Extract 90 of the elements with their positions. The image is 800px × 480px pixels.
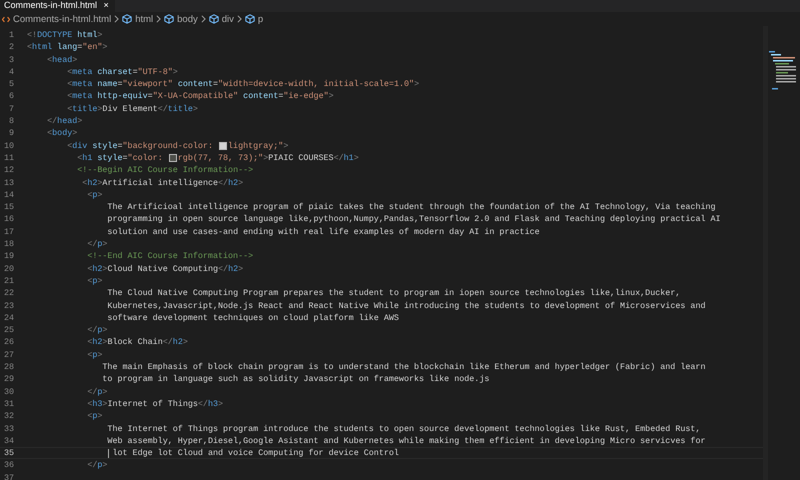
code-text: <!DOCTYPE html> <box>27 29 102 42</box>
code-text: lot Edge lot Cloud and voice Computing for device Control <box>112 448 399 458</box>
code-text: </head> <box>47 115 82 128</box>
line-number: 29 <box>2 373 14 386</box>
line-number: 6 <box>8 90 14 103</box>
line-number: 36 <box>2 459 14 472</box>
line-number: 14 <box>2 188 14 202</box>
code-text: <h3>Internet of Things</h3> <box>87 398 224 410</box>
line-number: 17 <box>2 226 14 238</box>
code-text: The main Emphasis of block chain program is to understand the blockchain like Etherum and hyperledger (Fabric) and learn <box>102 361 706 374</box>
breadcrumb-item[interactable]: p <box>258 14 264 24</box>
line-number: 33 <box>2 422 14 435</box>
breadcrumb-item[interactable]: Comments-in-html.html <box>13 14 112 24</box>
code-text: <p> <box>87 274 102 288</box>
code-text: The Artificioal intelligence program of piaic takes the student through the foundation of the AI Technology, Via teaching <box>107 201 716 214</box>
code-text: <h2>Block Chain</h2> <box>87 336 188 349</box>
chevron-icon <box>156 15 162 23</box>
code-text: lightgray;"> <box>228 140 288 152</box>
editor-tab[interactable]: Comments-in-html.html × <box>0 0 115 12</box>
code-text: <!--End AIC Course Information--> <box>87 250 254 263</box>
code-text: <h2>Cloud Native Computing</h2> <box>87 262 244 275</box>
chevron-icon <box>114 15 120 23</box>
line-number: 25 <box>2 324 14 336</box>
line-number: 9 <box>8 127 14 140</box>
line-number: 34 <box>2 434 14 448</box>
breadcrumb-item[interactable]: div <box>222 14 234 24</box>
code-text: <meta http-equiv="X-UA-Compatible" content="ie-edge"> <box>67 90 334 103</box>
line-number: 8 <box>8 115 14 128</box>
line-number: 1 <box>8 29 14 42</box>
code-text: </p> <box>87 324 108 336</box>
code-text: <title>Div Element</title> <box>67 102 198 116</box>
line-number: 16 <box>2 213 14 226</box>
chevron-icon <box>200 15 206 23</box>
cube-icon <box>122 14 132 24</box>
code-text: <meta name="viewport" content="width=device-width, initial-scale=1.0"> <box>67 78 420 90</box>
line-number: 21 <box>2 274 14 288</box>
line-number: 37 <box>2 472 14 480</box>
line-number: 2 <box>8 41 14 54</box>
cube-icon <box>164 14 174 24</box>
code-text: <p> <box>87 188 102 202</box>
line-number: 28 <box>2 361 14 374</box>
chevron-icon <box>236 15 242 23</box>
line-number: 22 <box>2 287 14 300</box>
code-text: </p> <box>87 386 108 398</box>
code-text: </p> <box>87 459 108 472</box>
line-number: 26 <box>2 336 14 349</box>
code-text: software development techniques on cloud platform like AWS <box>107 312 399 324</box>
line-number: 7 <box>8 102 14 116</box>
code-text: The Cloud Native Computing Program prepares the student to program in iopen source technologies like,linux,Ducker, <box>107 287 680 300</box>
code-text: <meta charset="UTF-8"> <box>67 66 178 78</box>
code-text: </p> <box>87 238 108 250</box>
line-number: 3 <box>8 54 14 66</box>
cube-icon <box>208 14 219 24</box>
line-number: 18 <box>2 238 14 250</box>
line-number: 31 <box>2 398 14 410</box>
line-number: 30 <box>2 386 14 398</box>
code-text: Kubernetes,Javascript,Node.js React and React Native While introducing the students to development of Microservices and <box>107 300 706 312</box>
line-number: 24 <box>2 312 14 324</box>
line-number: 13 <box>2 176 14 189</box>
line-number: 35 <box>2 448 14 458</box>
line-number: 4 <box>8 66 14 78</box>
code-text: <html lang="en"> <box>27 41 108 54</box>
line-number: 20 <box>2 262 14 275</box>
line-number: 10 <box>2 140 14 152</box>
line-number: 32 <box>2 410 14 422</box>
code-text: The Internet of Things program introduce the students to open source development technologies like Rust, Embeded Rust, <box>107 422 700 435</box>
file-icon <box>2 14 10 24</box>
code-text: <p> <box>87 348 102 362</box>
code-text: to program in language such as solidity Javascript on frameworks like node.js <box>102 373 490 386</box>
line-number: 5 <box>8 78 14 90</box>
code-text: <body> <box>47 127 78 140</box>
line-number: 19 <box>2 250 14 263</box>
code-text: <h2>Artificial intelligence</h2> <box>82 176 244 189</box>
code-text: <!--Begin AIC Course Information--> <box>77 164 254 177</box>
code-text: <div style="background-color: <box>67 140 214 152</box>
line-number: 23 <box>2 300 14 312</box>
code-text: solution and use cases-and ending with real life examples of modern day AI in practice <box>107 226 540 238</box>
code-text: programming in open source language like,pythoon,Numpy,Pandas,Tensorflow 2.0 and Flask and Teaching deploying practical AI <box>107 213 721 226</box>
line-number: 11 <box>2 152 14 164</box>
line-number: 27 <box>2 348 14 362</box>
code-text: <p> <box>87 410 102 422</box>
line-number: 12 <box>2 164 14 177</box>
breadcrumb-item[interactable]: html <box>135 14 154 24</box>
cube-icon <box>244 14 255 24</box>
code-text: <head> <box>47 54 78 66</box>
code-text: Web assembly, Hyper,Diesel,Google Asistant and Kubernetes while making them efficient in developing Micro servicves for <box>107 434 706 448</box>
code-text: rgb(77, 78, 73);">PIAIC COURSES</h1> <box>178 152 359 164</box>
line-number: 15 <box>2 201 14 214</box>
breadcrumb-item[interactable]: body <box>177 14 198 24</box>
code-text: <h1 style="color: <box>77 152 164 164</box>
